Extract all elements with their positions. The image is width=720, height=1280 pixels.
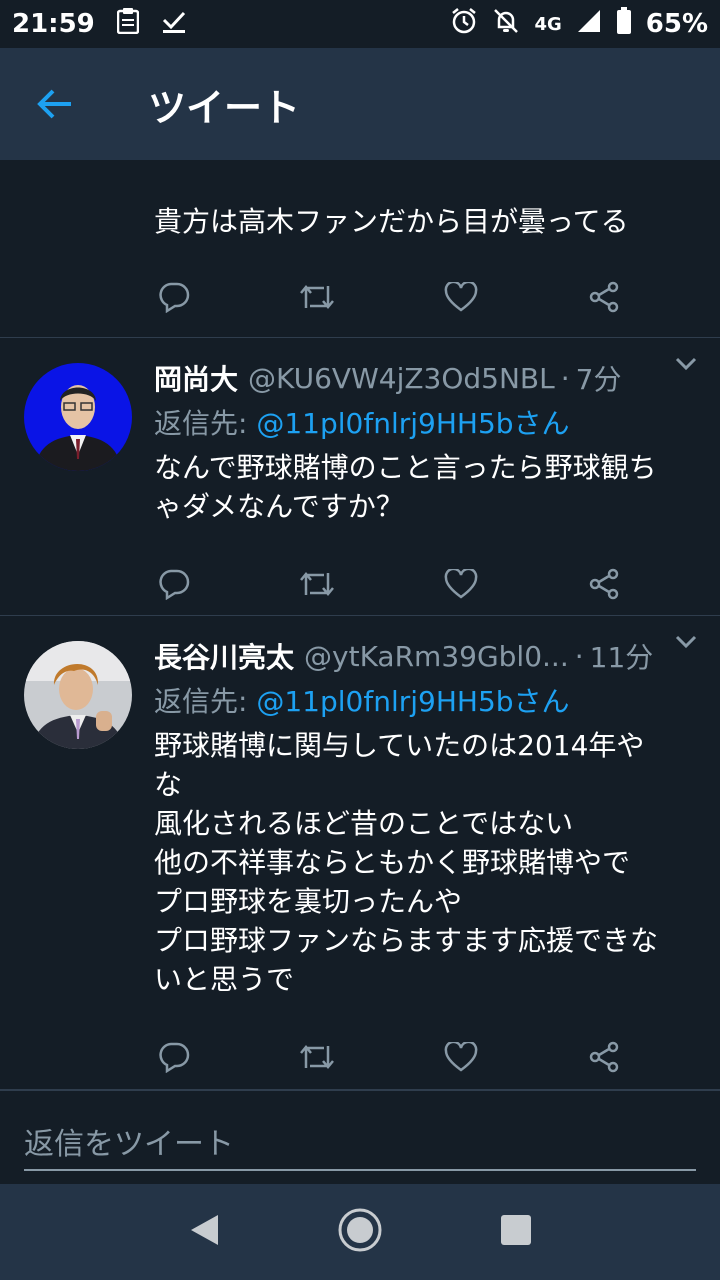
share-icon[interactable] — [584, 564, 624, 604]
avatar[interactable] — [24, 641, 132, 749]
tweet-actions — [154, 277, 624, 317]
system-nav-bar — [0, 1184, 720, 1280]
tweet-item[interactable]: 貴方は高木ファンだから目が曇ってる — [0, 160, 720, 338]
battery-icon — [616, 6, 632, 42]
reply-mention[interactable]: @11pl0fnlrj9HH5bさん — [256, 685, 569, 718]
reply-prefix: 返信先: — [154, 685, 257, 718]
reply-prefix: 返信先: — [154, 407, 257, 440]
heart-icon[interactable] — [441, 277, 481, 317]
separator: · — [574, 639, 584, 673]
avatar[interactable] — [24, 363, 132, 471]
retweet-icon[interactable] — [297, 1037, 337, 1077]
status-bar: 21:59 4G 65% — [0, 0, 720, 48]
reply-icon[interactable] — [154, 1037, 194, 1077]
tweet-item[interactable]: 岡尚大 @KU6VW4jZ3Od5NBL · 7分 返信先: @11pl0fnl… — [0, 338, 720, 616]
signal-icon — [576, 8, 602, 41]
tweet-time: 7分 — [575, 363, 622, 396]
arrow-left-icon — [37, 89, 71, 119]
share-icon[interactable] — [584, 277, 624, 317]
tweet-item[interactable]: 長谷川亮太 @ytKaRm39Gbl0... · 11分 返信先: @11pl0… — [0, 616, 720, 1090]
status-time: 21:59 — [12, 9, 95, 39]
tweet-header: 岡尚大 @KU6VW4jZ3Od5NBL · 7分 — [154, 358, 660, 398]
reply-mention[interactable]: @11pl0fnlrj9HH5bさん — [256, 407, 569, 440]
nav-back-icon[interactable] — [188, 1213, 220, 1251]
chevron-down-icon[interactable] — [674, 634, 698, 654]
page-title: ツイート — [148, 85, 301, 130]
tweet-text: 貴方は高木ファンだから目が曇ってる — [154, 205, 629, 238]
battery-level: 65% — [645, 9, 708, 39]
notifications-off-icon — [492, 7, 520, 42]
tweet-text: 野球賭博に関与していたのは2014年や な 風化されるほど昔のことではない 他の… — [154, 729, 659, 996]
retweet-icon[interactable] — [297, 277, 337, 317]
tweet-time: 11分 — [589, 641, 654, 674]
nav-home-icon[interactable] — [337, 1207, 383, 1257]
alarm-icon — [450, 7, 478, 42]
back-button[interactable] — [0, 48, 110, 160]
chevron-down-icon[interactable] — [674, 356, 698, 376]
retweet-icon[interactable] — [297, 564, 337, 604]
tweet-actions — [154, 564, 624, 604]
tweet-header: 長谷川亮太 @ytKaRm39Gbl0... · 11分 — [154, 636, 660, 676]
user-handle[interactable]: @ytKaRm39Gbl0... — [304, 640, 569, 673]
clipboard-icon — [116, 7, 140, 41]
check-icon — [161, 8, 187, 41]
reply-composer: 返信をツイート — [0, 1090, 720, 1184]
display-name[interactable]: 岡尚大 — [154, 358, 238, 398]
app-bar: ツイート — [0, 48, 720, 160]
reply-input[interactable]: 返信をツイート — [24, 1119, 696, 1171]
reply-context: 返信先: @11pl0fnlrj9HH5bさん — [154, 680, 660, 720]
heart-icon[interactable] — [441, 564, 481, 604]
heart-icon[interactable] — [441, 1037, 481, 1077]
reply-icon[interactable] — [154, 564, 194, 604]
tweet-actions — [154, 1037, 624, 1077]
nav-recents-icon[interactable] — [500, 1214, 532, 1250]
user-handle[interactable]: @KU6VW4jZ3Od5NBL — [248, 362, 555, 395]
reply-icon[interactable] — [154, 277, 194, 317]
network-type: 4G — [534, 13, 562, 35]
separator: · — [560, 361, 570, 395]
tweet-thread: 貴方は高木ファンだから目が曇ってる 岡尚大 @KU6VW4jZ3Od5NBL ·… — [0, 160, 720, 1090]
reply-context: 返信先: @11pl0fnlrj9HH5bさん — [154, 402, 660, 442]
display-name[interactable]: 長谷川亮太 — [154, 636, 294, 676]
share-icon[interactable] — [584, 1037, 624, 1077]
tweet-text: なんで野球賭博のこと言ったら野球観ち ゃダメなんですか？ — [154, 451, 657, 523]
